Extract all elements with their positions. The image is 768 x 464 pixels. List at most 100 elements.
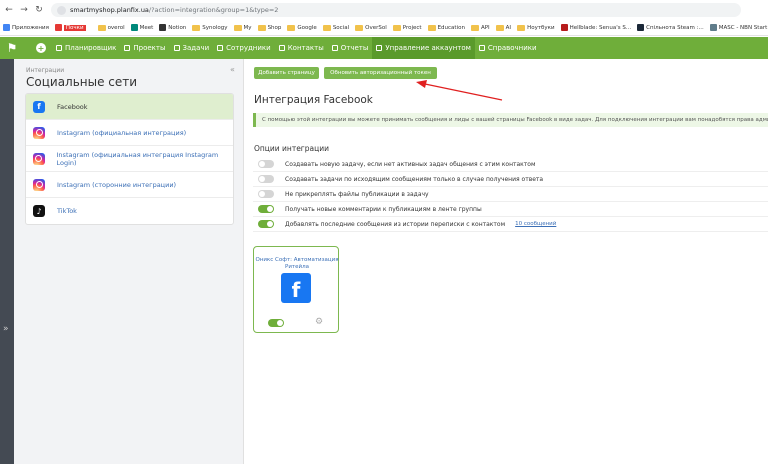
add-icon[interactable]: + <box>36 43 46 53</box>
option-row: Добавлять последние сообщения из истории… <box>253 217 768 232</box>
folder-icon <box>355 24 364 31</box>
url-path: /?action=integration&group=1&type=2 <box>148 6 279 14</box>
bookmark-label: API <box>480 24 490 31</box>
bookmark-label: MASC - NBN Start <box>718 24 768 31</box>
bookmark-item[interactable]: Education <box>427 24 465 31</box>
nav-item[interactable]: Сотрудники <box>213 37 275 59</box>
sidebar-item-label: Instagram (официальная интеграция) <box>57 128 187 137</box>
option-label: Не прикреплять файлы публикации в задачу <box>285 190 429 198</box>
option-row: Получать новые комментарии к публикациям… <box>253 202 768 217</box>
option-toggle[interactable] <box>258 175 274 183</box>
option-label: Создавать задачи по исходящим сообщениям… <box>285 175 544 183</box>
nav-item[interactable]: Проекты <box>120 37 169 59</box>
nav-item[interactable]: Справочники <box>475 37 541 59</box>
option-label: Получать новые комментарии к публикациям… <box>285 205 482 213</box>
bookmark-item[interactable]: Почки <box>54 24 86 31</box>
expand-sidebar-icon[interactable]: » <box>3 324 9 334</box>
notion-icon <box>159 24 167 31</box>
collapsed-sidebar[interactable]: » <box>0 59 14 464</box>
folder-icon <box>97 24 106 31</box>
planfix-logo-icon[interactable]: ⚑ <box>0 37 24 59</box>
bookmark-item[interactable]: Synology <box>192 24 228 31</box>
bookmark-item[interactable]: Спільнота Steam :... <box>637 24 704 31</box>
forward-arrow-icon[interactable]: → <box>18 4 30 16</box>
bookmark-item[interactable]: Ноутбуки <box>517 24 555 31</box>
bookmark-item[interactable]: Social <box>322 24 350 31</box>
bookmark-label: Приложения <box>12 24 49 31</box>
sidebar-item[interactable]: f Facebook <box>26 94 233 120</box>
option-row: Создавать новую задачу, если нет активны… <box>253 157 768 172</box>
sidebar-item[interactable]: ♪ TikTok <box>26 198 233 224</box>
page-card-name[interactable]: Оникс Софт: Автоматизация Ритейла <box>254 257 340 271</box>
address-bar[interactable]: smartmyshop.planfix.ua/?action=integrati… <box>51 3 741 17</box>
nav-item[interactable]: Управление аккаунтом <box>372 37 475 59</box>
nav-item-icon <box>331 45 338 51</box>
section-title: Социальные сети <box>26 75 138 89</box>
reload-icon[interactable]: ↻ <box>33 4 45 16</box>
bookmark-label: Social <box>332 24 350 31</box>
sidebar-item[interactable]: Instagram (официальная интеграция Instag… <box>26 146 233 172</box>
bookmark-item[interactable]: Google <box>287 24 317 31</box>
social-network-list: f Facebook Instagram (официальная интеграц… <box>25 93 234 225</box>
bookmark-item[interactable]: overol <box>97 24 125 31</box>
sidebar-item-label: Instagram (официальная интеграция Instag… <box>56 150 219 167</box>
breadcrumb[interactable]: Интеграции <box>26 67 64 74</box>
bookmark-item[interactable]: AI <box>495 24 511 31</box>
option-label: Создавать новую задачу, если нет активны… <box>285 160 536 168</box>
bookmark-item[interactable]: Приложения <box>3 24 49 31</box>
game-icon <box>560 24 568 31</box>
instagram-icon <box>33 126 45 139</box>
folder-icon <box>470 24 479 31</box>
option-toggle[interactable] <box>258 220 274 228</box>
instagram-icon <box>33 178 45 191</box>
sidebar-item-label: Instagram (сторонние интеграции) <box>57 180 177 189</box>
message-count-link[interactable]: 10 сообщений <box>515 221 556 227</box>
nav-item-label: Проекты <box>133 44 166 52</box>
bookmark-label: OverSol <box>365 24 387 31</box>
site-info-icon[interactable] <box>57 5 66 15</box>
bookmark-item[interactable]: Hellblade: Senua's S... <box>560 24 631 31</box>
collapse-panel-icon[interactable]: « <box>230 65 235 74</box>
bookmark-item[interactable]: Project <box>392 24 422 31</box>
bookmark-item[interactable]: API <box>470 24 490 31</box>
gear-icon[interactable]: ⚙ <box>315 317 323 327</box>
option-toggle[interactable] <box>258 205 274 213</box>
bookmark-item[interactable]: Notion <box>159 24 186 31</box>
folder-icon <box>287 24 296 31</box>
nav-item-icon <box>376 45 383 51</box>
facebook-icon: f <box>281 273 311 303</box>
bookmark-label: Shop <box>267 24 282 31</box>
option-toggle[interactable] <box>258 190 274 198</box>
folder-icon <box>322 24 331 31</box>
bookmark-label: My <box>243 24 252 31</box>
nav-item-icon <box>124 45 131 51</box>
refresh-token-button[interactable]: Обновить авторизационный токен <box>324 67 437 79</box>
nav-item[interactable]: Планировщик <box>52 37 120 59</box>
bookmark-icon <box>54 24 62 31</box>
nav-item-label: Справочники <box>487 44 537 52</box>
option-label: Добавлять последние сообщения из истории… <box>285 220 506 228</box>
nav-item-label: Задачи <box>182 44 210 52</box>
bookmark-item[interactable]: My <box>233 24 252 31</box>
bookmark-item[interactable]: MASC - NBN Start <box>709 24 768 31</box>
nav-item[interactable]: Контакты <box>275 37 328 59</box>
sidebar-item[interactable]: Instagram (официальная интеграция) <box>26 120 233 146</box>
instagram-icon <box>33 152 45 165</box>
folder-icon <box>517 24 526 31</box>
option-toggle[interactable] <box>258 160 274 168</box>
bookmark-item[interactable]: Meet <box>130 24 153 31</box>
bookmark-label: Ноутбуки <box>527 24 555 31</box>
sidebar-item-label: Facebook <box>57 102 88 111</box>
bookmark-item[interactable]: OverSol <box>355 24 387 31</box>
steam-icon <box>637 24 645 31</box>
option-row: Не прикреплять файлы публикации в задачу <box>253 187 768 202</box>
sidebar-item[interactable]: Instagram (сторонние интеграции) <box>26 172 233 198</box>
add-page-button[interactable]: Добавить страницу <box>254 67 319 79</box>
integrations-sidebar: Интеграции « Социальные сети f Facebook In… <box>14 59 244 464</box>
bookmark-item[interactable]: Shop <box>257 24 282 31</box>
nav-item[interactable]: Отчеты <box>328 37 373 59</box>
facebook-page-card[interactable]: Оникс Софт: Автоматизация Ритейла f ⚙ <box>253 246 339 333</box>
back-arrow-icon[interactable]: ← <box>3 4 15 16</box>
page-enabled-toggle[interactable] <box>268 319 284 327</box>
nav-item[interactable]: Задачи <box>170 37 214 59</box>
